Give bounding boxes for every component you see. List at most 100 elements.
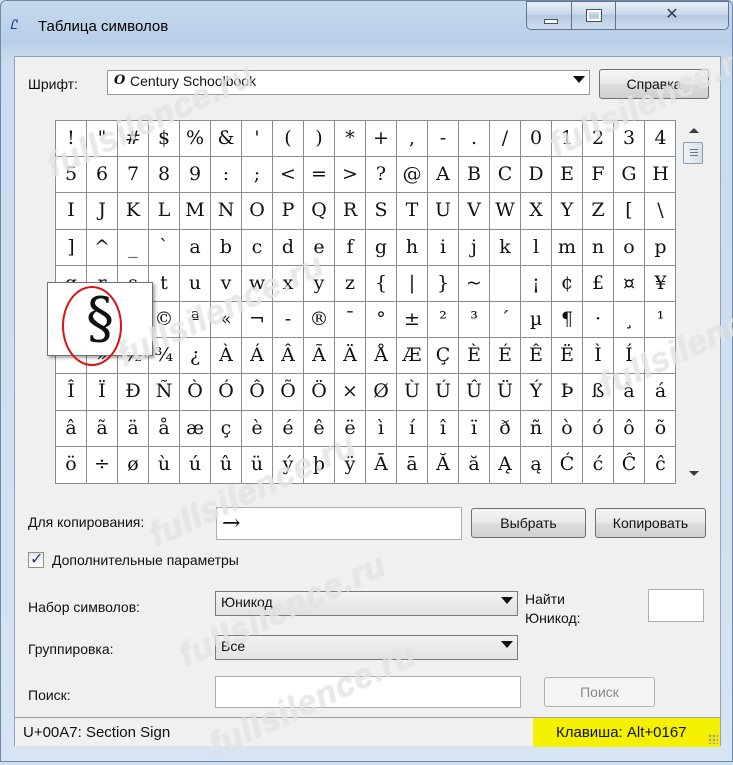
character-cell[interactable]: ¢ [552,265,583,302]
character-cell[interactable]: G [614,157,645,194]
character-cell[interactable]: ¬ [242,301,273,339]
character-cell[interactable]: · [583,301,614,339]
character-cell[interactable]: R [335,193,366,230]
character-cell[interactable]: ö [56,446,87,483]
character-cell[interactable]: ¸ [614,301,645,339]
character-cell[interactable]: : [211,157,242,194]
copy-field[interactable]: → [216,507,462,540]
character-cell[interactable]: 0 [521,121,552,158]
scroll-up-icon[interactable] [689,128,699,133]
character-cell[interactable]: ¯ [335,301,366,339]
character-cell[interactable]: ¥ [645,266,676,302]
character-cell[interactable]: ê [304,410,335,447]
character-cell[interactable]: ã [87,410,118,447]
character-cell[interactable]: é [273,410,304,447]
character-cell[interactable]: C [490,157,521,194]
character-cell[interactable]: ` [149,229,180,266]
character-cell[interactable]: A [428,157,459,194]
character-cell[interactable]: - [428,121,459,158]
character-cell[interactable]: e [304,229,335,266]
character-cell[interactable]: V [459,193,490,230]
close-button[interactable]: ✕ [615,1,729,30]
character-cell[interactable]: ? [366,157,397,194]
character-cell[interactable]: Æ [397,338,428,375]
character-cell[interactable]: ć [583,446,614,483]
character-cell[interactable]: c [242,229,273,266]
character-cell[interactable]: ² [428,301,459,339]
character-cell[interactable]: 4 [645,121,676,158]
character-cell[interactable]: _ [118,229,149,266]
character-cell[interactable]: Ô [242,374,273,411]
character-cell[interactable]: Ä [335,338,366,375]
character-cell[interactable]: µ [521,301,552,339]
character-cell[interactable]: Å [366,338,397,375]
character-cell[interactable]: å [149,410,180,447]
character-cell[interactable]: ° [366,301,397,339]
character-cell[interactable]: % [180,121,211,158]
character-cell[interactable]: @ [397,157,428,194]
goto-unicode-input[interactable] [648,589,704,622]
character-cell[interactable]: 7 [118,157,149,194]
search-input[interactable] [215,676,521,708]
advanced-view-checkbox[interactable]: ✓ [28,551,44,568]
character-cell[interactable]: p [645,230,676,266]
character-cell[interactable]: ¾ [149,338,180,375]
character-cell[interactable]: i [428,229,459,266]
character-cell[interactable]: z [335,265,366,302]
character-cell[interactable]: 2 [583,121,614,158]
select-button[interactable]: Выбрать [471,508,586,538]
character-cell[interactable]: ! [56,121,87,158]
character-cell[interactable]: u [180,265,211,302]
font-select[interactable]: O Century Schoolbook [107,70,590,95]
character-cell[interactable]: M [180,193,211,230]
character-cell[interactable]: U [428,193,459,230]
character-cell[interactable]: Ï [87,374,118,411]
character-cell[interactable]: Þ [552,374,583,411]
character-cell[interactable]: ü [242,446,273,483]
character-cell[interactable]: & [211,121,242,158]
character-cell[interactable]: b [211,229,242,266]
character-cell[interactable]: ø [118,446,149,483]
character-cell[interactable]: Ê [521,338,552,375]
character-cell[interactable]: F [583,157,614,194]
character-cell[interactable]: ( [273,121,304,158]
character-cell[interactable]: ¤ [614,265,645,302]
character-cell[interactable]: Ü [490,374,521,411]
character-cell[interactable]: ^ [87,229,118,266]
character-cell[interactable]: D [521,157,552,194]
character-cell[interactable]: w [242,265,273,302]
character-cell[interactable]: î [428,410,459,447]
character-cell[interactable]: f [335,229,366,266]
character-cell[interactable]: ç [211,410,242,447]
character-cell[interactable]: è [242,410,273,447]
character-cell[interactable]: o [614,229,645,266]
character-cell[interactable]: ì [366,410,397,447]
charset-select[interactable]: Юникод [215,591,518,616]
character-cell[interactable]: ä [118,410,149,447]
character-cell[interactable]: ù [149,446,180,483]
character-cell[interactable]: Ø [366,374,397,411]
character-cell[interactable]: " [87,121,118,158]
character-cell[interactable]: , [397,121,428,158]
character-cell[interactable]: ò [552,410,583,447]
character-cell[interactable]: K [118,193,149,230]
character-cell[interactable]: Ć [552,446,583,483]
search-button[interactable]: Поиск [544,677,655,707]
character-cell[interactable]: È [459,338,490,375]
character-cell[interactable]: - [273,301,304,339]
character-cell[interactable]: [ [614,193,645,230]
character-cell[interactable]: í [397,410,428,447]
copy-button[interactable]: Копировать [595,508,706,538]
character-cell[interactable]: + [366,121,397,158]
character-cell[interactable]: á [645,374,676,411]
character-cell[interactable]: ; [242,157,273,194]
character-cell[interactable]: v [211,265,242,302]
character-cell[interactable]: k [490,229,521,266]
character-cell[interactable]: ă [459,446,490,483]
character-cell[interactable]: Õ [273,374,304,411]
character-cell[interactable]: { [366,265,397,302]
character-cell[interactable]: < [273,157,304,194]
character-cell[interactable]: ~ [459,265,490,302]
character-cell[interactable]: ³ [459,301,490,339]
minimize-button[interactable] [526,1,572,30]
